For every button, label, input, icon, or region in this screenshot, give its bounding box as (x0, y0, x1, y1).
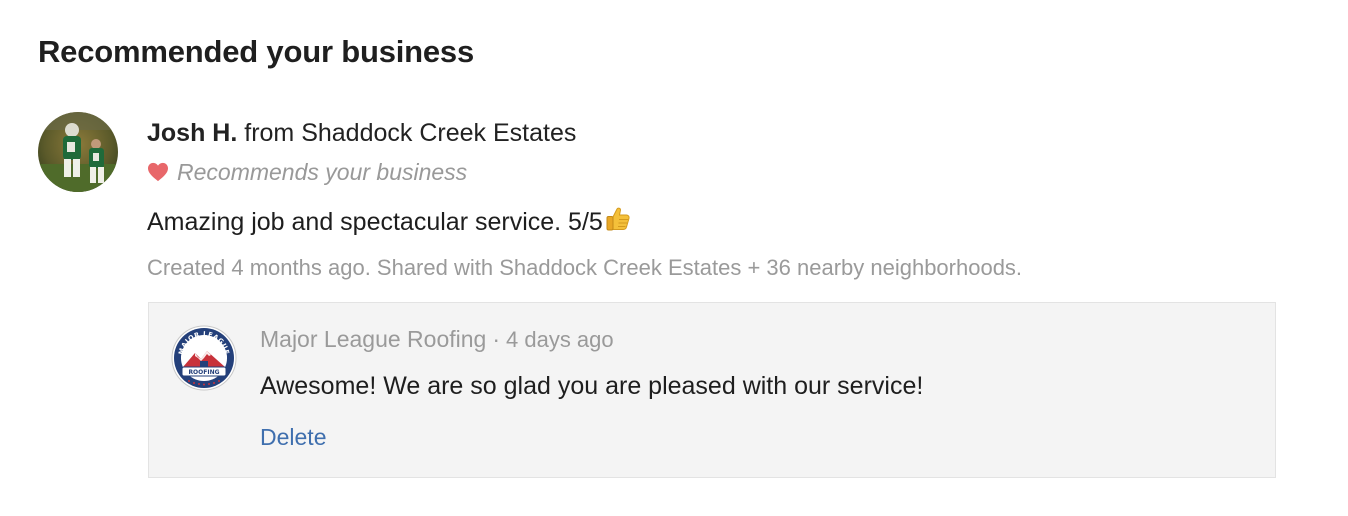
business-logo[interactable]: ROOFING MAJOR LEAGUE (171, 325, 237, 391)
recommends-line: Recommends your business (147, 158, 467, 186)
reply-text: Awesome! We are so glad you are pleased … (260, 372, 924, 400)
recommendation-meta: Created 4 months ago. Shared with Shaddo… (147, 255, 1023, 280)
author-name[interactable]: Josh H. (147, 119, 237, 147)
heart-icon (148, 162, 168, 182)
recommends-label: Recommends your business (177, 159, 468, 185)
section-title: Recommended your business (38, 34, 475, 69)
business-name[interactable]: Major League Roofing (260, 326, 486, 352)
reply-timestamp: 4 days ago (506, 327, 614, 352)
author-line: Josh H. from Shaddock Creek Estates (147, 118, 576, 148)
recommendation-body: Amazing job and spectacular service. 5/5 (147, 207, 632, 237)
business-reply: ROOFING MAJOR LEAGUE Major League Roofin… (148, 302, 1276, 478)
delete-reply-link[interactable]: Delete (260, 423, 326, 451)
author-avatar[interactable] (38, 112, 118, 192)
avatar-photo (38, 112, 118, 192)
separator-dot: · (492, 326, 500, 352)
reply-header: Major League Roofing · 4 days ago (260, 325, 614, 354)
author-neighborhood: from Shaddock Creek Estates (244, 119, 577, 147)
thumbs-up-icon (606, 207, 630, 231)
logo-text-bottom: ROOFING (188, 369, 219, 376)
recommendation-text: Amazing job and spectacular service. 5/5 (147, 208, 603, 236)
